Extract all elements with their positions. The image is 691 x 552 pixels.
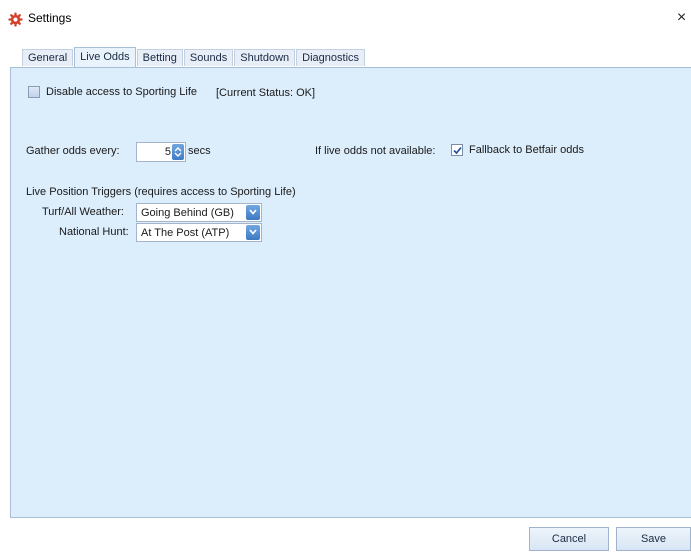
disable-access-label: Disable access to Sporting Life (46, 86, 198, 98)
turf-value: Going Behind (GB) (141, 207, 234, 219)
disable-access-row[interactable]: Disable access to Sporting Life (28, 86, 197, 98)
live-odds-panel: Disable access to Sporting Life [Current… (10, 67, 691, 518)
turf-label: Turf/All Weather: (42, 206, 124, 218)
settings-gear-icon (8, 12, 23, 27)
tab-diagnostics[interactable]: Diagnostics (296, 49, 366, 66)
national-value: At The Post (ATP) (141, 227, 230, 239)
tab-sounds[interactable]: Sounds (183, 49, 234, 66)
window-title: Settings (28, 11, 72, 25)
gather-odds-spinner[interactable]: 5 (136, 142, 186, 162)
tab-shutdown[interactable]: Shutdown (234, 49, 296, 66)
turf-combo[interactable]: Going Behind (GB) (136, 203, 262, 222)
cancel-button[interactable]: Cancel (529, 527, 609, 551)
tab-live-odds[interactable]: Live Odds (74, 47, 136, 67)
current-status-text: [Current Status: OK] (216, 87, 316, 99)
spin-updown-icon[interactable] (172, 144, 184, 160)
fallback-prompt: If live odds not available: (315, 145, 436, 157)
gather-odds-value: 5 (164, 146, 171, 158)
triggers-heading: Live Position Triggers (requires access … (26, 186, 296, 198)
fallback-checkbox[interactable] (451, 144, 463, 156)
gather-odds-unit: secs (188, 145, 211, 157)
save-button[interactable]: Save (616, 527, 691, 551)
fallback-row[interactable]: Fallback to Betfair odds (451, 144, 584, 156)
chevron-down-icon[interactable] (246, 225, 260, 240)
close-icon[interactable]: × (672, 8, 691, 28)
tab-betting[interactable]: Betting (136, 49, 183, 66)
checkmark-icon (453, 146, 462, 155)
tab-bar: General Live Odds Betting Sounds Shutdow… (22, 47, 366, 67)
gather-odds-label: Gather odds every: (26, 145, 120, 157)
disable-access-checkbox[interactable] (28, 86, 40, 98)
tab-general[interactable]: General (22, 49, 74, 66)
chevron-down-icon[interactable] (246, 205, 260, 220)
fallback-label: Fallback to Betfair odds (469, 144, 584, 156)
title-bar: Settings × (0, 0, 691, 34)
national-label: National Hunt: (59, 226, 129, 238)
national-combo[interactable]: At The Post (ATP) (136, 223, 262, 242)
